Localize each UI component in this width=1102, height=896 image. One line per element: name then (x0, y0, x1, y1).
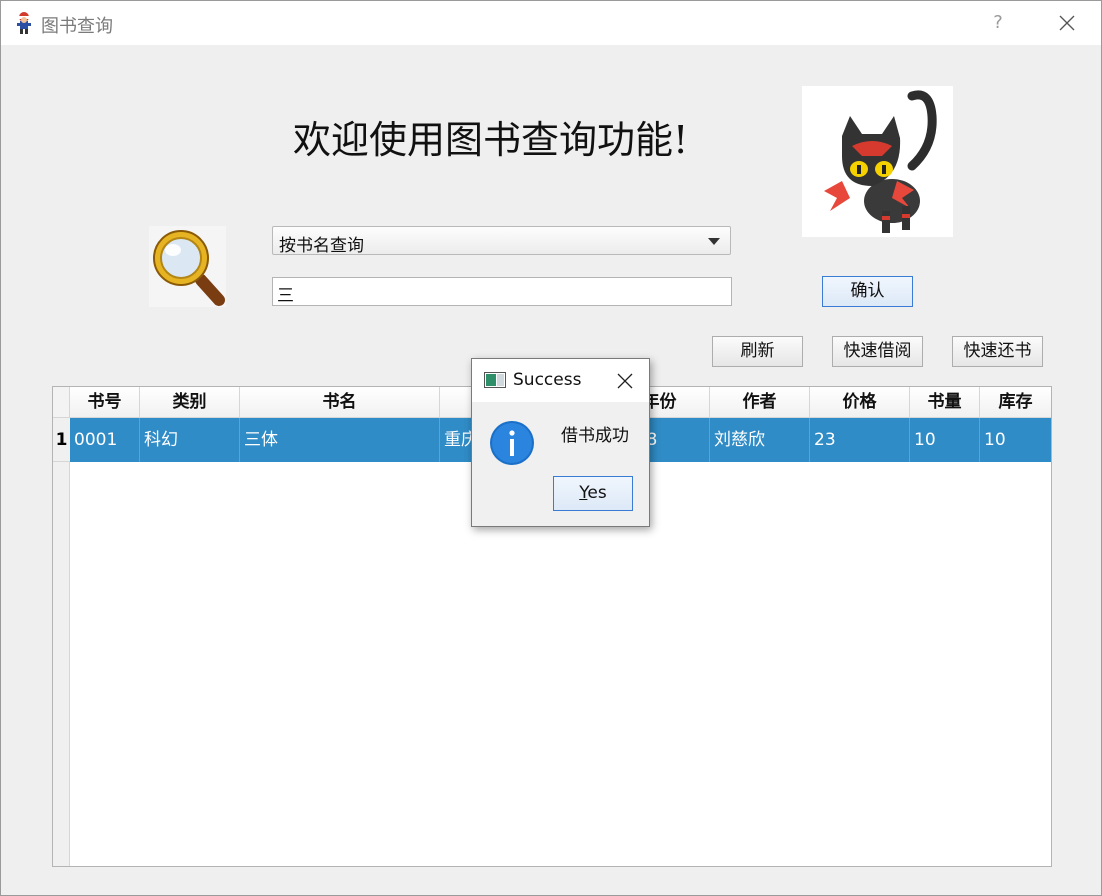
column-header-category[interactable]: 类别 (140, 387, 240, 418)
table-cell[interactable]: 刘慈欣 (710, 418, 810, 462)
info-icon (490, 421, 534, 465)
table-cell[interactable]: 23 (810, 418, 910, 462)
column-header-book-id[interactable]: 书号 (70, 387, 140, 418)
table-cell[interactable]: 10 (980, 418, 1051, 462)
dialog-title-bar: Success (472, 359, 649, 402)
quick-return-button[interactable]: 快速还书 (952, 336, 1043, 367)
close-icon[interactable] (615, 371, 635, 391)
magnifier-icon (149, 226, 226, 307)
refresh-button[interactable]: 刷新 (712, 336, 803, 367)
confirm-button[interactable]: 确认 (822, 276, 913, 307)
close-icon[interactable] (1051, 9, 1083, 37)
chevron-down-icon (708, 238, 720, 245)
yes-label: Yes (579, 483, 607, 503)
column-header-author[interactable]: 作者 (710, 387, 810, 418)
search-mode-value: 按书名查询 (279, 236, 364, 256)
success-dialog: Success 借书成功 Yes (471, 358, 650, 527)
column-header-title[interactable]: 书名 (240, 387, 440, 418)
window-title: 图书查询 (41, 16, 113, 37)
welcome-heading: 欢迎使用图书查询功能! (293, 118, 689, 162)
search-input[interactable]: 三 (272, 277, 732, 306)
cat-mascot-image (802, 86, 953, 237)
dialog-title: Success (513, 370, 582, 390)
dialog-message: 借书成功 (561, 426, 629, 446)
search-mode-dropdown[interactable]: 按书名查询 (272, 226, 731, 256)
table-corner[interactable] (53, 387, 70, 418)
table-cell[interactable]: 三体 (240, 418, 440, 462)
table-cell[interactable]: 科幻 (140, 418, 240, 462)
column-header-price[interactable]: 价格 (810, 387, 910, 418)
row-number[interactable]: 1 (53, 418, 70, 462)
title-bar: 图书查询 ? (1, 1, 1101, 45)
yes-button[interactable]: Yes (553, 476, 633, 511)
help-button[interactable]: ? (986, 11, 1010, 35)
row-header-strip (53, 418, 70, 866)
table-cell[interactable]: 0001 (70, 418, 140, 462)
app-icon (17, 12, 31, 34)
column-header-quantity[interactable]: 书量 (910, 387, 980, 418)
quick-borrow-button[interactable]: 快速借阅 (832, 336, 923, 367)
column-header-stock[interactable]: 库存 (980, 387, 1051, 418)
table-cell[interactable]: 10 (910, 418, 980, 462)
window-icon (484, 372, 506, 388)
